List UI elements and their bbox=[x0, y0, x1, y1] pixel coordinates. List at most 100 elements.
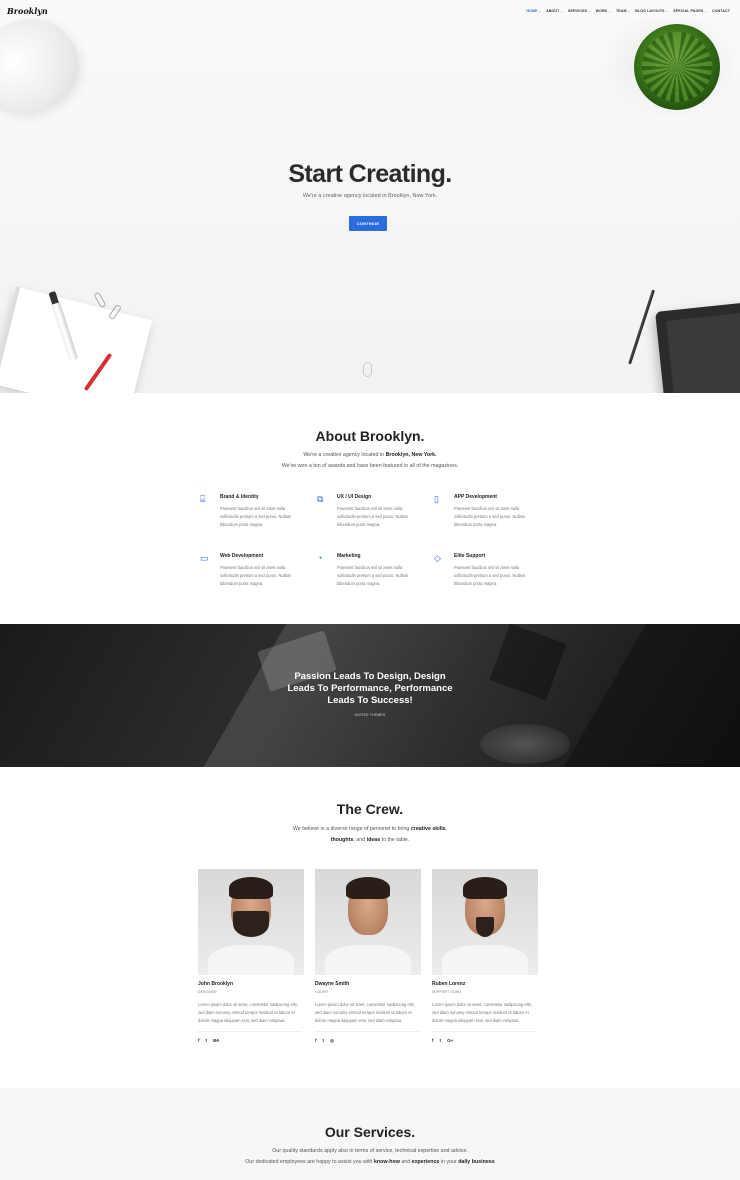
about-intro-text: We're a creative agency located in bbox=[303, 452, 386, 458]
nav-item-special-pages[interactable]: SPECIAL PAGES⌄ bbox=[673, 9, 707, 13]
nav-item-about[interactable]: ABOUT⌄ bbox=[546, 9, 563, 13]
potted-plant-image bbox=[634, 24, 720, 110]
services-intro-bold: experience bbox=[411, 1159, 440, 1165]
feature-title: Marketing bbox=[337, 553, 361, 559]
crew-member-role: SUPPORT GURU bbox=[432, 990, 461, 994]
nav-item-label: TEAM bbox=[615, 9, 627, 13]
notebook-image bbox=[0, 286, 153, 393]
beard-shape bbox=[476, 917, 494, 937]
about-title: About Brooklyn. bbox=[315, 428, 425, 444]
nav-item-team[interactable]: TEAM⌄ bbox=[616, 9, 630, 13]
crew-member-photo bbox=[315, 869, 421, 975]
behance-icon[interactable]: Bē bbox=[213, 1038, 219, 1043]
services-intro-text: Our dedicated employees are happy to ass… bbox=[245, 1159, 374, 1165]
shirt-shape bbox=[442, 945, 528, 975]
crew-intro-text: We believe in a diverse range of persone… bbox=[292, 826, 411, 832]
divider bbox=[432, 1031, 536, 1032]
crew-intro-bold: ideas bbox=[366, 837, 381, 843]
briefcase-icon: ⌸ bbox=[200, 494, 206, 504]
services-intro-bold: daily business bbox=[458, 1159, 495, 1165]
chevron-down-icon: ⌄ bbox=[665, 9, 669, 13]
nav-item-services[interactable]: SERVICES⌄ bbox=[568, 9, 591, 13]
banner-quote-author: UNITED THEMES bbox=[354, 713, 386, 717]
scroll-down-icon[interactable] bbox=[363, 362, 372, 377]
feature-title: Brand & Identity bbox=[220, 494, 259, 500]
social-links: f t G+ bbox=[432, 1038, 538, 1043]
shirt-shape bbox=[325, 945, 411, 975]
banner-quote: Passion Leads To Design, Design Leads To… bbox=[0, 671, 740, 707]
hair-shape bbox=[463, 877, 507, 899]
crew-member-photo bbox=[198, 869, 304, 975]
pie-chart-icon: ◔ bbox=[317, 553, 323, 563]
crew-intro-text: , and bbox=[353, 837, 367, 843]
crew-member-name: Ruben Lorenz bbox=[432, 981, 466, 987]
nav-item-blog-layouts[interactable]: BLOG LAYOUTS⌄ bbox=[635, 9, 668, 13]
crew-intro-bold: creative skills bbox=[410, 826, 446, 832]
feature-title: APP Development bbox=[454, 494, 497, 500]
twitter-icon[interactable]: t bbox=[440, 1038, 442, 1043]
crew-member-card: Ruben Lorenz SUPPORT GURU Lorem ipsum dolo… bbox=[432, 869, 538, 1043]
about-intro-location: Brooklyn, New York. bbox=[385, 452, 437, 458]
crew-member-role: CODER bbox=[315, 990, 328, 994]
github-icon[interactable]: ◎ bbox=[330, 1038, 334, 1044]
crew-member-name: Dwayne Smith bbox=[315, 981, 350, 987]
nav-item-contact[interactable]: CONTACT bbox=[712, 9, 730, 13]
nav-item-home[interactable]: HOME⌄ bbox=[526, 9, 541, 13]
divider bbox=[198, 1031, 302, 1032]
crew-intro-line: We believe in a diverse range of persone… bbox=[0, 826, 740, 832]
feature-description: Praesent faucibus nisl sit amet nulla so… bbox=[337, 565, 409, 586]
crew-intro-punct: , bbox=[445, 826, 448, 832]
twitter-icon[interactable]: t bbox=[323, 1038, 325, 1044]
crew-member-card: John Brooklyn DESIGNER Lorem ipsum dolor s… bbox=[198, 869, 304, 1043]
twitter-icon[interactable]: t bbox=[206, 1038, 208, 1043]
social-links: f t ◎ bbox=[315, 1038, 421, 1044]
services-intro-text: and bbox=[399, 1159, 412, 1165]
shirt-shape bbox=[208, 945, 294, 975]
banner-quote-line: Leads To Success! bbox=[327, 695, 413, 706]
crew-member-bio: Lorem ipsum dolor sit amet, consetetur s… bbox=[198, 1002, 298, 1023]
hair-shape bbox=[229, 877, 273, 899]
facebook-icon[interactable]: f bbox=[432, 1038, 434, 1043]
crew-member-card: Dwayne Smith CODER Lorem ipsum dolor sit a… bbox=[315, 869, 421, 1044]
nav-item-label: CONTACT bbox=[712, 9, 730, 13]
social-links: f t Bē bbox=[198, 1038, 304, 1043]
crew-intro-line-2: thoughts, and ideas to the table. bbox=[0, 837, 740, 843]
google-plus-icon[interactable]: G+ bbox=[447, 1038, 453, 1043]
chevron-down-icon: ⌄ bbox=[560, 9, 564, 13]
crew-member-photo bbox=[432, 869, 538, 975]
site-header: Brooklyn HOME⌄ ABOUT⌄ SERVICES⌄ WORK⌄ TEAM⌄ B… bbox=[0, 0, 740, 24]
crew-intro-bold: thoughts bbox=[330, 837, 354, 843]
chevron-down-icon: ⌄ bbox=[538, 9, 542, 13]
services-intro-line-2: Our dedicated employees are happy to ass… bbox=[0, 1159, 740, 1165]
facebook-icon[interactable]: f bbox=[315, 1038, 317, 1044]
divider bbox=[315, 1031, 419, 1032]
continue-button[interactable]: CONTINUE bbox=[349, 216, 387, 231]
nav-item-work[interactable]: WORK⌄ bbox=[596, 9, 611, 13]
banner-plants-shape bbox=[480, 724, 570, 764]
crew-member-name: John Brooklyn bbox=[198, 981, 234, 987]
hair-shape bbox=[346, 877, 390, 899]
chevron-down-icon: ⌄ bbox=[704, 9, 707, 13]
stylus-pen-image bbox=[628, 289, 655, 365]
feature-title: UX / UI Design bbox=[337, 494, 372, 500]
feature-title: Web Development bbox=[220, 553, 264, 559]
nav-item-label: HOME bbox=[526, 9, 538, 13]
crew-intro-text: to the table. bbox=[380, 837, 410, 843]
beard-shape bbox=[233, 911, 269, 937]
facebook-icon[interactable]: f bbox=[198, 1038, 200, 1043]
diamond-icon: ◇ bbox=[434, 553, 441, 563]
services-intro-line: Our quality standards apply also in term… bbox=[272, 1148, 468, 1154]
nav-item-label: ABOUT bbox=[546, 9, 560, 13]
banner-quote-line: Leads To Performance, Performance bbox=[287, 683, 453, 694]
monitor-icon: ▭ bbox=[200, 553, 209, 563]
chevron-down-icon: ⌄ bbox=[627, 9, 631, 13]
feature-title: Elite Support bbox=[454, 553, 486, 559]
site-logo[interactable]: Brooklyn bbox=[7, 6, 48, 16]
about-intro-line: We're a creative agency located in Brook… bbox=[0, 452, 740, 458]
crew-member-bio: Lorem ipsum dolor sit amet, consetetur s… bbox=[315, 1002, 415, 1023]
feature-description: Praesent faucibus nisl sit amet nulla so… bbox=[220, 565, 292, 586]
feature-description: Praesent faucibus nisl sit amet nulla so… bbox=[454, 565, 526, 586]
hero-title: Start Creating. bbox=[288, 160, 452, 188]
crew-member-role: DESIGNER bbox=[198, 990, 217, 994]
nav-item-label: BLOG LAYOUTS bbox=[635, 9, 665, 13]
